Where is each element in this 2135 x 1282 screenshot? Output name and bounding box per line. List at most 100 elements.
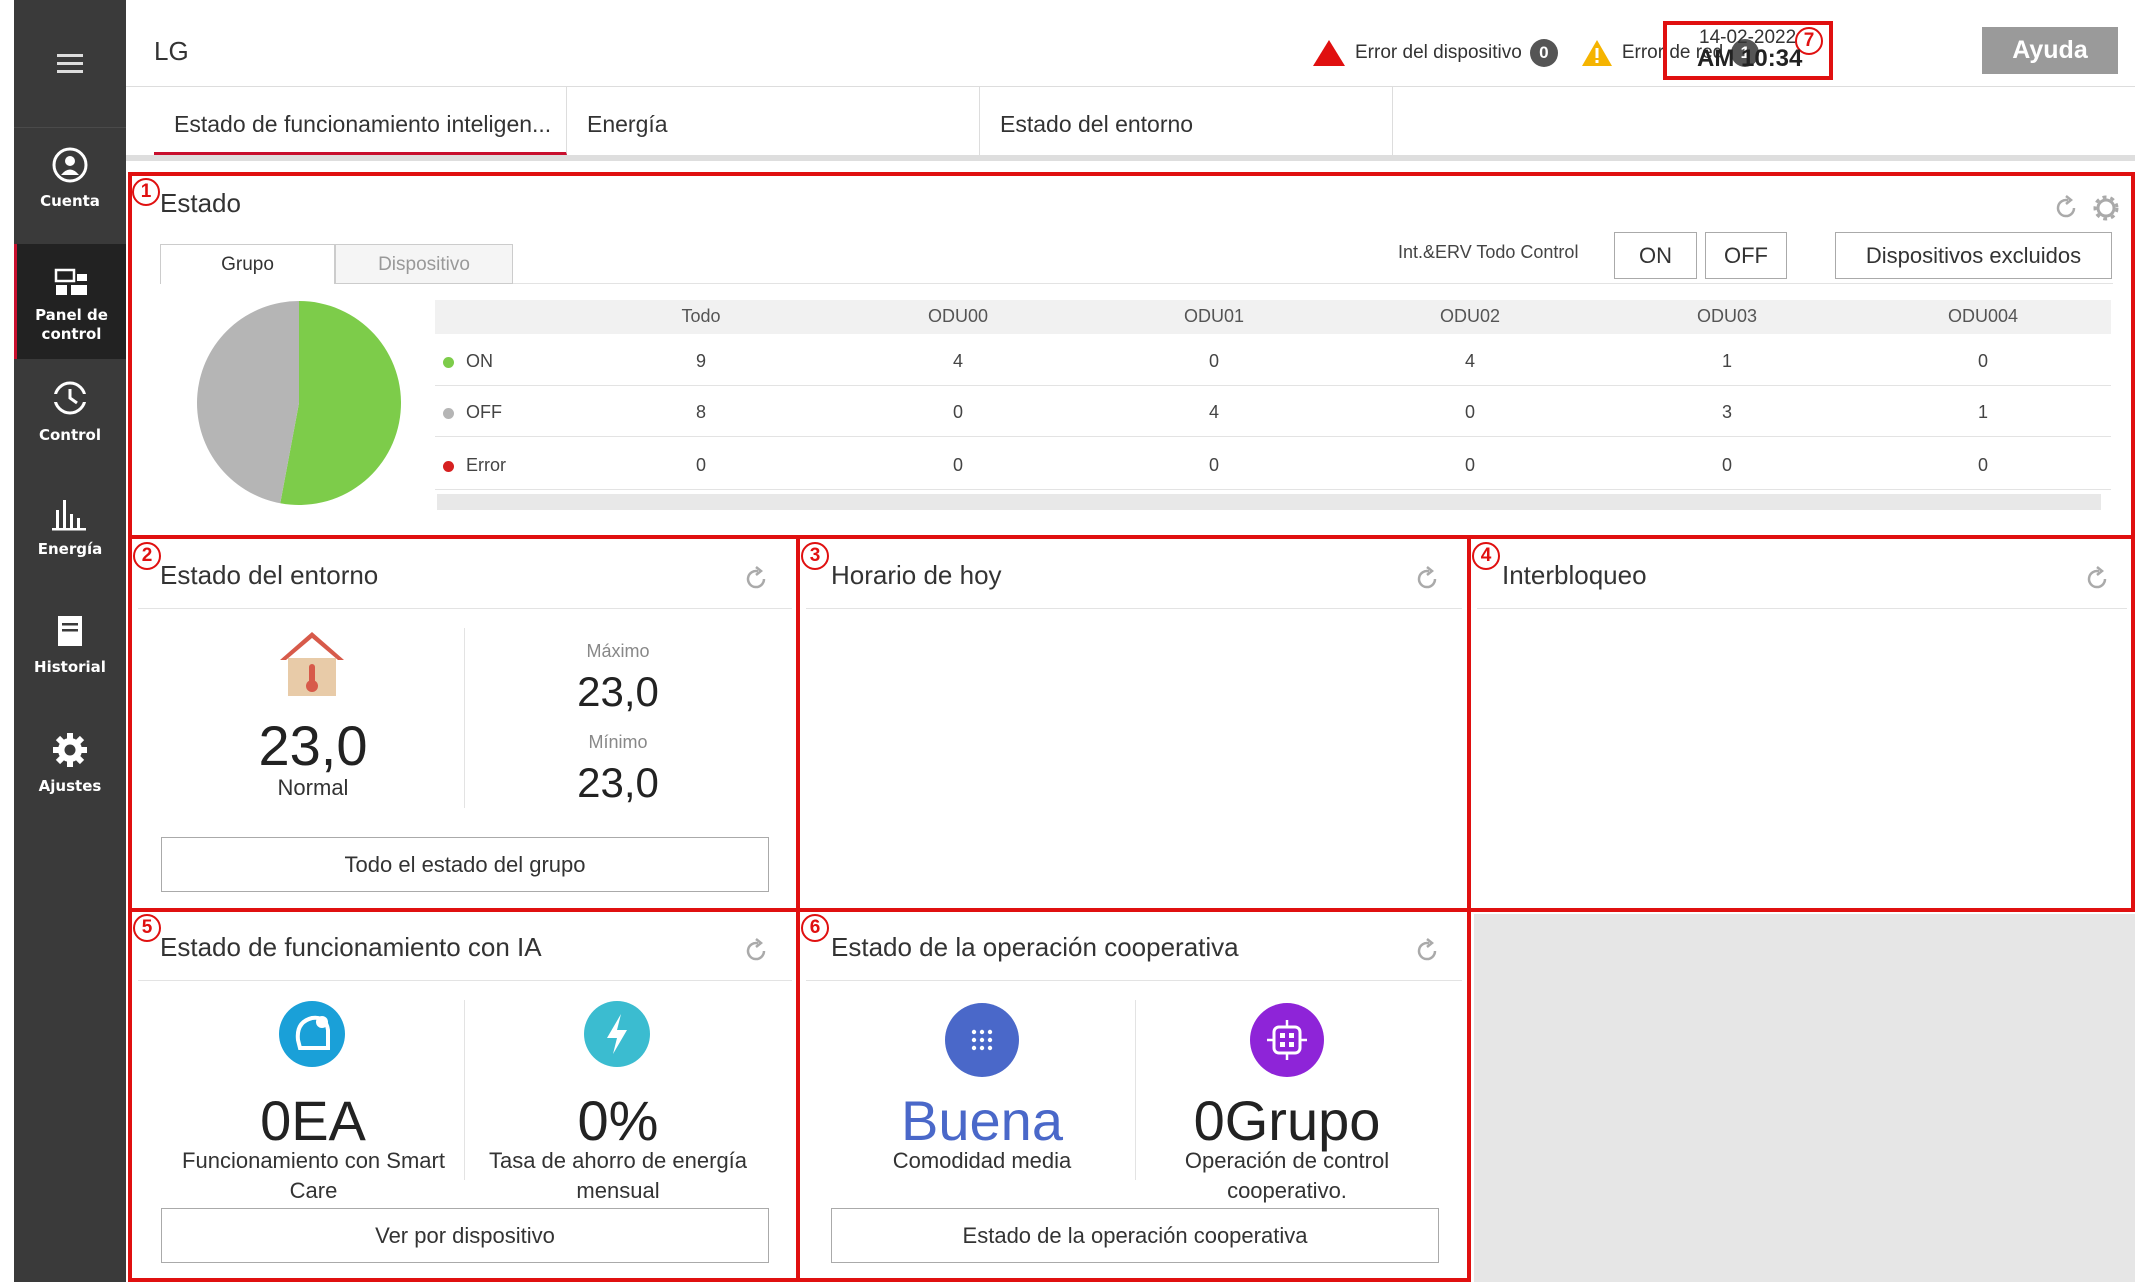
tab-bar: Estado de funcionamiento inteligen... En… [126, 87, 2135, 161]
table-cell: 9 [695, 351, 706, 371]
all-group-status-button[interactable]: Todo el estado del grupo [161, 837, 769, 892]
house-thermometer-icon [280, 632, 344, 696]
tab-smart-operation[interactable]: Estado de funcionamiento inteligen... [154, 87, 567, 155]
sidebar-item-dashboard[interactable]: Panel de control [14, 244, 126, 359]
schedule-panel-title: Horario de hoy [831, 560, 1002, 590]
cooperative-control-label: Operación de control cooperativo. [1184, 1148, 1390, 1203]
table-cell: 0 [952, 402, 963, 422]
annotation-number-5: 5 [133, 914, 161, 942]
excluded-devices-button[interactable]: Dispositivos excluidos [1835, 232, 2112, 279]
table-cell: 0 [1977, 455, 1988, 475]
column-divider [464, 1000, 465, 1180]
cooperative-group-count: 0Grupo [1193, 1089, 1381, 1152]
table-cell: 4 [1208, 402, 1219, 422]
settings-gear-icon[interactable] [2092, 194, 2120, 222]
refresh-icon[interactable] [742, 565, 770, 593]
annotation-number-1: 1 [132, 178, 160, 206]
temperature-state: Normal [277, 775, 349, 800]
all-on-button[interactable]: ON [1614, 232, 1697, 279]
refresh-icon[interactable] [742, 937, 770, 965]
sidebar-item-settings[interactable]: Ajustes [14, 731, 126, 796]
coop-panel-title: Estado de la operación cooperativa [831, 932, 1239, 962]
device-error-triangle-icon [1313, 40, 1345, 66]
table-cell: 1 [1977, 402, 1988, 422]
table-header: ODU03 [1696, 306, 1758, 326]
on-dot-icon [443, 356, 454, 368]
left-margin [0, 0, 14, 1282]
energy-bolt-icon [584, 1001, 650, 1067]
panel-header-divider [806, 980, 1462, 981]
row-divider [435, 436, 2111, 437]
row-label-error: Error [443, 455, 506, 476]
table-cell: 0 [1208, 351, 1219, 371]
panel-header-divider [806, 608, 1462, 609]
current-time: AM 10:34 [1697, 45, 1803, 72]
subtab-device[interactable]: Dispositivo [335, 244, 513, 284]
table-cell: 8 [695, 402, 706, 422]
column-divider [1135, 1000, 1136, 1180]
schedule-panel [796, 535, 1471, 912]
panel-header-divider [1477, 608, 2127, 609]
table-cell: 0 [695, 455, 706, 475]
table-cell: 0 [1208, 455, 1219, 475]
panel-header-divider [138, 980, 792, 981]
dashboard-icon [54, 268, 87, 295]
max-label: Máximo [586, 641, 650, 661]
help-button[interactable]: Ayuda [1982, 27, 2118, 74]
refresh-icon[interactable] [1413, 565, 1441, 593]
refresh-icon[interactable] [2083, 565, 2111, 593]
device-error-label: Error del dispositivo [1355, 42, 1522, 63]
all-off-button[interactable]: OFF [1705, 232, 1787, 279]
sidebar-item-control[interactable]: Control [14, 378, 126, 445]
table-header: ODU02 [1439, 306, 1501, 326]
column-divider [464, 628, 465, 808]
subtab-group[interactable]: Grupo [160, 244, 335, 284]
refresh-icon[interactable] [1413, 937, 1441, 965]
subtab-underline [513, 283, 2113, 284]
empty-area [1474, 914, 2135, 1282]
energy-saving-rate: 0% [577, 1089, 659, 1152]
smart-care-label: Funcionamiento con Smart Care [182, 1148, 445, 1203]
sidebar-item-energy[interactable]: Energía [14, 496, 126, 559]
sidebar-item-history[interactable]: Historial [14, 614, 126, 677]
refresh-icon[interactable] [2052, 194, 2080, 222]
annotation-number-4: 4 [1472, 542, 1500, 570]
brand-title: LG [154, 36, 189, 66]
table-cell: 0 [1464, 402, 1475, 422]
panel-header-divider [138, 608, 792, 609]
ai-panel-title: Estado de funcionamiento con IA [160, 932, 542, 962]
min-temperature: 23,0 [577, 759, 659, 806]
sidebar-item-label: Control [38, 426, 101, 444]
environment-panel-title: Estado del entorno [160, 560, 379, 590]
row-divider [435, 385, 2111, 386]
current-temperature: 23,0 [258, 714, 368, 777]
sidebar-item-label: Energía [37, 540, 103, 558]
table-header: ODU00 [927, 306, 989, 326]
annotation-number-6: 6 [801, 914, 829, 942]
table-cell: 0 [1721, 455, 1732, 475]
settings-gear-icon [53, 733, 87, 767]
view-by-device-button[interactable]: Ver por dispositivo [161, 1208, 769, 1263]
control-icon [52, 381, 88, 415]
interlock-panel [1467, 535, 2135, 912]
tab-environment[interactable]: Estado del entorno [980, 87, 1393, 155]
tab-energy[interactable]: Energía [567, 87, 980, 155]
table-header: Todo [681, 306, 721, 326]
cooperative-control-icon [1250, 1003, 1324, 1077]
table-scrollbar[interactable] [437, 494, 2101, 510]
status-panel [128, 172, 2135, 539]
top-header: LG Error del dispositivo 0 Error de red … [126, 0, 2135, 87]
sidebar-item-label: Cuenta [40, 192, 100, 210]
history-icon [58, 616, 82, 646]
device-error-count-badge[interactable]: 0 [1529, 39, 1558, 67]
comfort-level: Buena [901, 1089, 1063, 1152]
hamburger-menu-button[interactable] [14, 52, 126, 76]
table-cell: 0 [1464, 455, 1475, 475]
sidebar-item-account[interactable]: Cuenta [14, 127, 126, 222]
cooperative-status-button[interactable]: Estado de la operación cooperativa [831, 1208, 1439, 1263]
account-icon [52, 147, 88, 183]
sidebar-item-label: Panel de control [35, 306, 108, 343]
table-header: ODU004 [1947, 306, 2019, 326]
table-cell: 3 [1721, 402, 1732, 422]
hamburger-icon [57, 54, 83, 73]
